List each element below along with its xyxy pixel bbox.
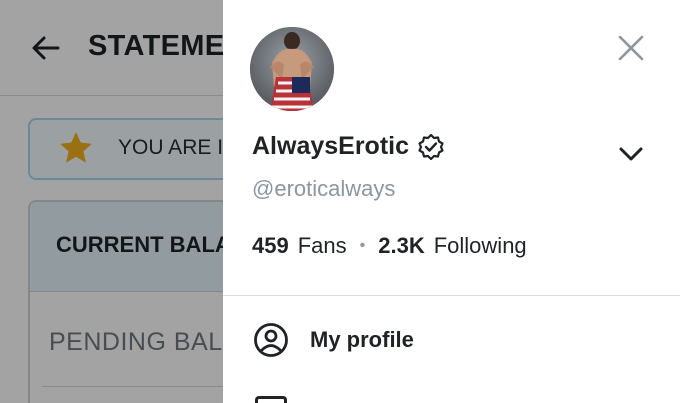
menu-icon-partial	[255, 396, 287, 403]
close-icon[interactable]	[616, 33, 646, 63]
profile-icon	[254, 323, 288, 357]
chevron-down-icon[interactable]	[617, 140, 645, 168]
stats-separator: •	[359, 237, 366, 254]
avatar[interactable]	[250, 27, 334, 111]
fans-label[interactable]: Fans	[298, 233, 347, 259]
following-label[interactable]: Following	[434, 233, 527, 259]
user-name: AlwaysErotic	[252, 132, 410, 160]
user-name-row: AlwaysErotic	[252, 132, 445, 161]
verified-badge-icon	[418, 133, 444, 160]
user-stats: 459 Fans • 2.3K Following	[252, 233, 527, 259]
account-drawer: AlwaysErotic @eroticalways 459 Fans • 2.…	[223, 0, 680, 403]
menu-item-label: My profile	[310, 327, 414, 352]
user-handle: @eroticalways	[252, 176, 396, 201]
divider	[223, 295, 680, 296]
fans-count[interactable]: 459	[252, 233, 289, 259]
menu-item-my-profile[interactable]: My profile	[223, 315, 680, 365]
following-count[interactable]: 2.3K	[378, 233, 424, 259]
